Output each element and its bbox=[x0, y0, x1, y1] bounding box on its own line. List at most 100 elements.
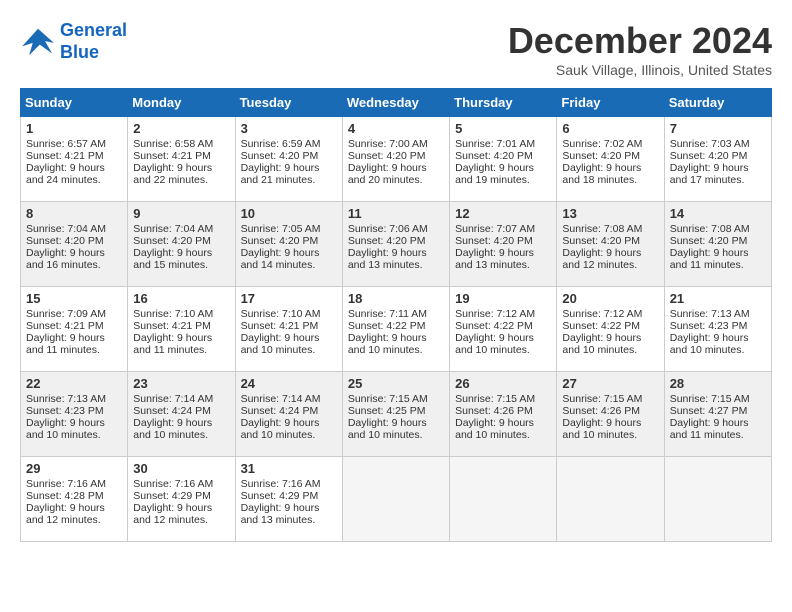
daylight-text: Daylight: 9 hours and 10 minutes. bbox=[455, 417, 534, 441]
calendar-cell: 16Sunrise: 7:10 AMSunset: 4:21 PMDayligh… bbox=[128, 287, 235, 372]
sunset-text: Sunset: 4:20 PM bbox=[241, 235, 319, 247]
sunrise-text: Sunrise: 7:08 AM bbox=[562, 223, 642, 235]
logo-bird-icon bbox=[20, 27, 56, 57]
daylight-text: Daylight: 9 hours and 10 minutes. bbox=[348, 332, 427, 356]
day-number: 16 bbox=[133, 291, 229, 306]
daylight-text: Daylight: 9 hours and 20 minutes. bbox=[348, 162, 427, 186]
calendar-week-row: 1Sunrise: 6:57 AMSunset: 4:21 PMDaylight… bbox=[21, 117, 772, 202]
daylight-text: Daylight: 9 hours and 13 minutes. bbox=[348, 247, 427, 271]
sunset-text: Sunset: 4:22 PM bbox=[562, 320, 640, 332]
month-title: December 2024 bbox=[508, 20, 772, 62]
sunrise-text: Sunrise: 6:59 AM bbox=[241, 138, 321, 150]
calendar-cell: 20Sunrise: 7:12 AMSunset: 4:22 PMDayligh… bbox=[557, 287, 664, 372]
sunrise-text: Sunrise: 7:15 AM bbox=[455, 393, 535, 405]
sunrise-text: Sunrise: 7:08 AM bbox=[670, 223, 750, 235]
day-number: 26 bbox=[455, 376, 551, 391]
calendar-header-wednesday: Wednesday bbox=[342, 89, 449, 117]
daylight-text: Daylight: 9 hours and 12 minutes. bbox=[562, 247, 641, 271]
daylight-text: Daylight: 9 hours and 11 minutes. bbox=[670, 247, 749, 271]
sunrise-text: Sunrise: 7:06 AM bbox=[348, 223, 428, 235]
daylight-text: Daylight: 9 hours and 19 minutes. bbox=[455, 162, 534, 186]
day-number: 10 bbox=[241, 206, 337, 221]
day-number: 21 bbox=[670, 291, 766, 306]
daylight-text: Daylight: 9 hours and 13 minutes. bbox=[241, 502, 320, 526]
day-number: 29 bbox=[26, 461, 122, 476]
daylight-text: Daylight: 9 hours and 10 minutes. bbox=[562, 417, 641, 441]
calendar-cell: 13Sunrise: 7:08 AMSunset: 4:20 PMDayligh… bbox=[557, 202, 664, 287]
sunset-text: Sunset: 4:20 PM bbox=[562, 235, 640, 247]
calendar-header-row: SundayMondayTuesdayWednesdayThursdayFrid… bbox=[21, 89, 772, 117]
day-number: 9 bbox=[133, 206, 229, 221]
sunrise-text: Sunrise: 7:04 AM bbox=[26, 223, 106, 235]
day-number: 27 bbox=[562, 376, 658, 391]
sunrise-text: Sunrise: 7:14 AM bbox=[241, 393, 321, 405]
calendar-cell: 22Sunrise: 7:13 AMSunset: 4:23 PMDayligh… bbox=[21, 372, 128, 457]
sunrise-text: Sunrise: 7:16 AM bbox=[241, 478, 321, 490]
calendar-cell: 19Sunrise: 7:12 AMSunset: 4:22 PMDayligh… bbox=[450, 287, 557, 372]
sunset-text: Sunset: 4:24 PM bbox=[133, 405, 211, 417]
day-number: 24 bbox=[241, 376, 337, 391]
daylight-text: Daylight: 9 hours and 10 minutes. bbox=[133, 417, 212, 441]
calendar-cell: 21Sunrise: 7:13 AMSunset: 4:23 PMDayligh… bbox=[664, 287, 771, 372]
daylight-text: Daylight: 9 hours and 10 minutes. bbox=[241, 332, 320, 356]
sunrise-text: Sunrise: 7:11 AM bbox=[348, 308, 427, 320]
calendar-week-row: 22Sunrise: 7:13 AMSunset: 4:23 PMDayligh… bbox=[21, 372, 772, 457]
sunrise-text: Sunrise: 7:15 AM bbox=[670, 393, 750, 405]
daylight-text: Daylight: 9 hours and 10 minutes. bbox=[670, 332, 749, 356]
daylight-text: Daylight: 9 hours and 10 minutes. bbox=[348, 417, 427, 441]
sunset-text: Sunset: 4:20 PM bbox=[670, 235, 748, 247]
calendar-week-row: 29Sunrise: 7:16 AMSunset: 4:28 PMDayligh… bbox=[21, 457, 772, 542]
calendar-cell: 5Sunrise: 7:01 AMSunset: 4:20 PMDaylight… bbox=[450, 117, 557, 202]
calendar-cell: 7Sunrise: 7:03 AMSunset: 4:20 PMDaylight… bbox=[664, 117, 771, 202]
day-number: 14 bbox=[670, 206, 766, 221]
day-number: 1 bbox=[26, 121, 122, 136]
calendar-cell bbox=[450, 457, 557, 542]
calendar-cell: 14 Sunrise: 7:08 AMSunset: 4:20 PMDayligh… bbox=[664, 202, 771, 287]
day-number: 2 bbox=[133, 121, 229, 136]
sunset-text: Sunset: 4:20 PM bbox=[241, 150, 319, 162]
calendar-cell: 1Sunrise: 6:57 AMSunset: 4:21 PMDaylight… bbox=[21, 117, 128, 202]
sunrise-text: Sunrise: 7:14 AM bbox=[133, 393, 213, 405]
daylight-text: Daylight: 9 hours and 10 minutes. bbox=[241, 417, 320, 441]
sunrise-text: Sunrise: 7:01 AM bbox=[455, 138, 535, 150]
sunrise-text: Sunrise: 7:03 AM bbox=[670, 138, 750, 150]
calendar-header-friday: Friday bbox=[557, 89, 664, 117]
daylight-text: Daylight: 9 hours and 11 minutes. bbox=[670, 417, 749, 441]
sunrise-text: Sunrise: 7:10 AM bbox=[133, 308, 213, 320]
calendar-cell: 17Sunrise: 7:10 AMSunset: 4:21 PMDayligh… bbox=[235, 287, 342, 372]
day-number: 28 bbox=[670, 376, 766, 391]
calendar-cell: 4Sunrise: 7:00 AMSunset: 4:20 PMDaylight… bbox=[342, 117, 449, 202]
sunrise-text: Sunrise: 7:12 AM bbox=[455, 308, 535, 320]
calendar-cell: 23Sunrise: 7:14 AMSunset: 4:24 PMDayligh… bbox=[128, 372, 235, 457]
daylight-text: Daylight: 9 hours and 21 minutes. bbox=[241, 162, 320, 186]
calendar-cell: 25Sunrise: 7:15 AMSunset: 4:25 PMDayligh… bbox=[342, 372, 449, 457]
sunset-text: Sunset: 4:27 PM bbox=[670, 405, 748, 417]
day-number: 15 bbox=[26, 291, 122, 306]
calendar-cell bbox=[342, 457, 449, 542]
sunset-text: Sunset: 4:21 PM bbox=[26, 320, 104, 332]
daylight-text: Daylight: 9 hours and 11 minutes. bbox=[133, 332, 212, 356]
day-number: 18 bbox=[348, 291, 444, 306]
calendar-header-thursday: Thursday bbox=[450, 89, 557, 117]
sunset-text: Sunset: 4:20 PM bbox=[455, 235, 533, 247]
daylight-text: Daylight: 9 hours and 11 minutes. bbox=[26, 332, 105, 356]
daylight-text: Daylight: 9 hours and 18 minutes. bbox=[562, 162, 641, 186]
sunset-text: Sunset: 4:29 PM bbox=[133, 490, 211, 502]
sunset-text: Sunset: 4:20 PM bbox=[348, 235, 426, 247]
sunrise-text: Sunrise: 7:15 AM bbox=[348, 393, 428, 405]
sunset-text: Sunset: 4:23 PM bbox=[670, 320, 748, 332]
daylight-text: Daylight: 9 hours and 12 minutes. bbox=[26, 502, 105, 526]
logo-line2: Blue bbox=[60, 42, 99, 62]
daylight-text: Daylight: 9 hours and 10 minutes. bbox=[562, 332, 641, 356]
calendar-body: 1Sunrise: 6:57 AMSunset: 4:21 PMDaylight… bbox=[21, 117, 772, 542]
logo: General Blue bbox=[20, 20, 127, 63]
calendar-week-row: 8Sunrise: 7:04 AMSunset: 4:20 PMDaylight… bbox=[21, 202, 772, 287]
logo-line1: General bbox=[60, 20, 127, 40]
day-number: 31 bbox=[241, 461, 337, 476]
daylight-text: Daylight: 9 hours and 17 minutes. bbox=[670, 162, 749, 186]
calendar-cell: 3Sunrise: 6:59 AMSunset: 4:20 PMDaylight… bbox=[235, 117, 342, 202]
calendar-cell: 29Sunrise: 7:16 AMSunset: 4:28 PMDayligh… bbox=[21, 457, 128, 542]
calendar-cell: 10Sunrise: 7:05 AMSunset: 4:20 PMDayligh… bbox=[235, 202, 342, 287]
sunrise-text: Sunrise: 7:00 AM bbox=[348, 138, 428, 150]
daylight-text: Daylight: 9 hours and 10 minutes. bbox=[455, 332, 534, 356]
